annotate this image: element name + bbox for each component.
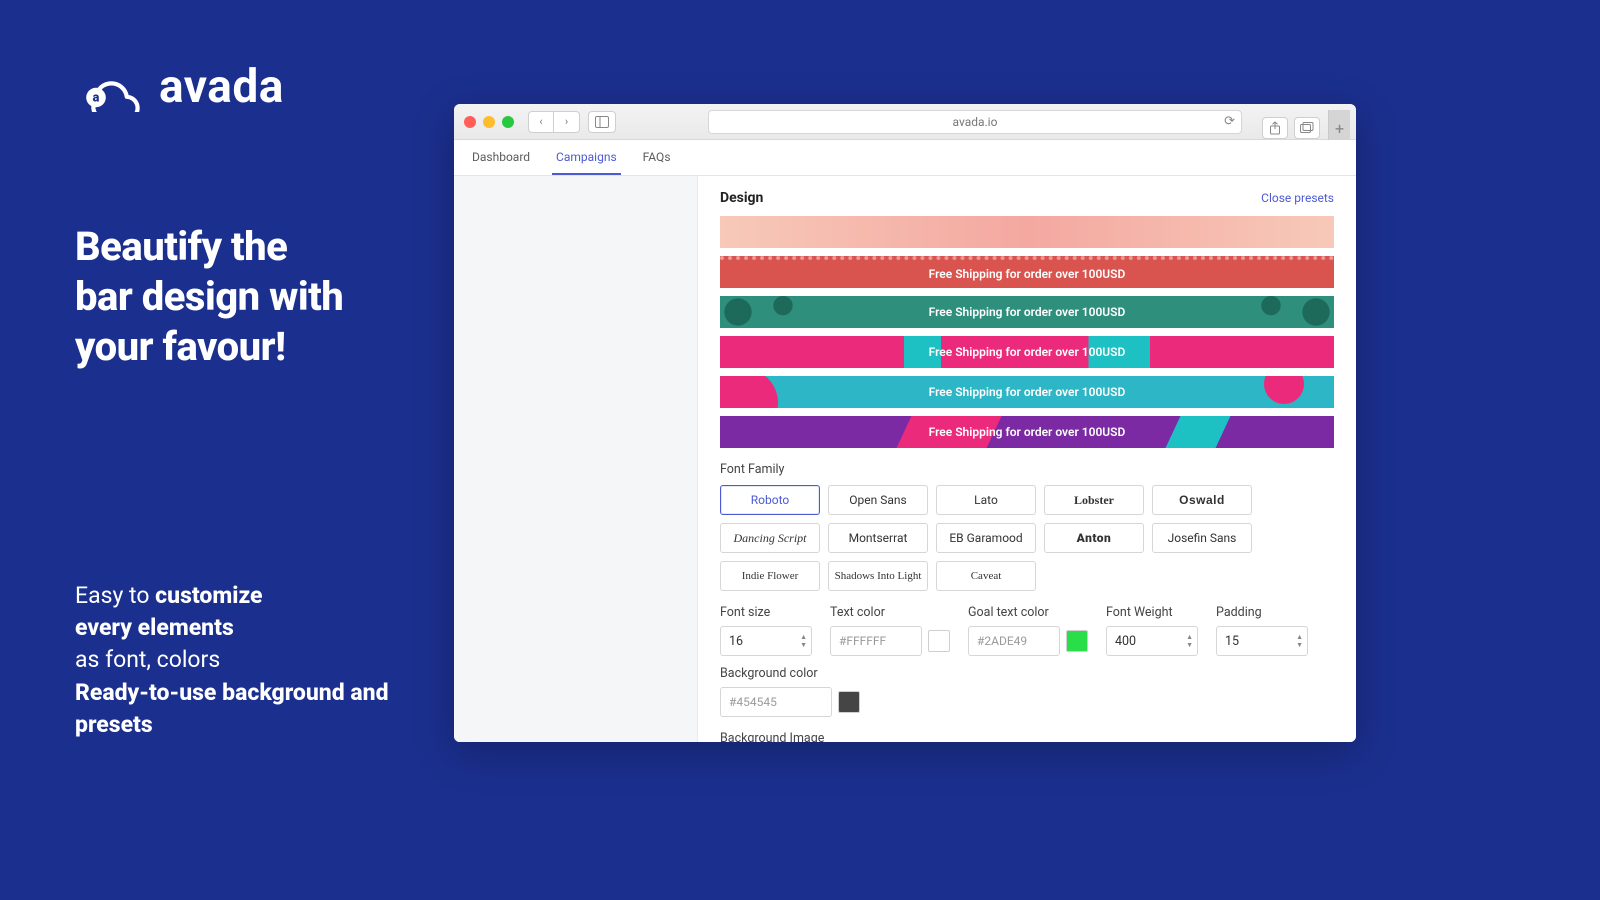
- browser-window: ‹ › avada.io ⟳ + Dashboard Campaigns FAQs: [454, 104, 1356, 742]
- subcopy: Easy to customizeevery elementsas font, …: [75, 580, 435, 741]
- padding-input[interactable]: 15 ▲▼: [1216, 626, 1308, 656]
- page-tabs: Dashboard Campaigns FAQs: [454, 140, 1356, 176]
- font-option-montserrat[interactable]: Montserrat: [828, 523, 928, 553]
- background-color-label: Background color: [720, 666, 860, 681]
- tab-dashboard[interactable]: Dashboard: [468, 140, 534, 175]
- preset-bar[interactable]: Free Shipping for order over 100USD: [720, 416, 1334, 448]
- share-button[interactable]: [1262, 117, 1288, 139]
- font-option-indie-flower[interactable]: Indie Flower: [720, 561, 820, 591]
- font-family-label: Font Family: [720, 462, 1334, 477]
- goal-text-color-swatch[interactable]: [1066, 630, 1088, 652]
- zoom-window-icon[interactable]: [502, 116, 514, 128]
- brand-name: avada: [159, 60, 284, 114]
- text-color-swatch[interactable]: [928, 630, 950, 652]
- preset-bar-text: Free Shipping for order over 100USD: [929, 385, 1126, 399]
- panel-title: Design: [720, 190, 763, 206]
- reload-icon[interactable]: ⟳: [1224, 114, 1235, 129]
- background-color-field: Background color #454545: [720, 666, 860, 717]
- font-weight-label: Font Weight: [1106, 605, 1198, 620]
- font-option-lato[interactable]: Lato: [936, 485, 1036, 515]
- preset-bar-text: Free Shipping for order over 100USD: [929, 305, 1126, 319]
- padding-label: Padding: [1216, 605, 1308, 620]
- forward-button[interactable]: ›: [554, 111, 580, 133]
- design-panel: Design Close presets Free Shipping for o…: [698, 176, 1356, 742]
- tab-faqs[interactable]: FAQs: [639, 140, 675, 175]
- font-family-options: Roboto Open Sans Lato Lobster Oswald Dancing …: [720, 485, 1334, 591]
- background-image-label: Background Image: [720, 731, 1334, 742]
- tab-campaigns[interactable]: Campaigns: [552, 140, 621, 175]
- left-rail: [454, 176, 698, 742]
- font-option-caveat[interactable]: Caveat: [936, 561, 1036, 591]
- text-color-field: Text color #FFFFFF: [830, 605, 950, 656]
- font-size-field: Font size 16 ▲▼: [720, 605, 812, 656]
- preset-bars: Free Shipping for order over 100USD Free …: [720, 216, 1334, 448]
- font-size-label: Font size: [720, 605, 812, 620]
- preset-bar-text: Free Shipping for order over 100USD: [929, 267, 1126, 281]
- close-presets-link[interactable]: Close presets: [1261, 191, 1334, 205]
- goal-text-color-field: Goal text color #2ADE49: [968, 605, 1088, 656]
- font-option-josefin-sans[interactable]: Josefin Sans: [1152, 523, 1252, 553]
- font-size-spinner[interactable]: ▲▼: [800, 633, 807, 649]
- font-option-shadows-into-light[interactable]: Shadows Into Light: [828, 561, 928, 591]
- address-bar[interactable]: avada.io ⟳: [708, 110, 1242, 134]
- font-option-open-sans[interactable]: Open Sans: [828, 485, 928, 515]
- goal-text-color-input[interactable]: #2ADE49: [968, 626, 1060, 656]
- preset-bar[interactable]: Free Shipping for order over 100USD: [720, 256, 1334, 288]
- font-option-roboto[interactable]: Roboto: [720, 485, 820, 515]
- preset-bar[interactable]: Free Shipping for order over 100USD: [720, 376, 1334, 408]
- marketing-column: a avada Beautify thebar design withyour …: [75, 60, 435, 114]
- cloud-icon: a: [75, 62, 145, 112]
- preset-bar[interactable]: Free Shipping for order over 100USD: [720, 336, 1334, 368]
- font-option-eb-garamood[interactable]: EB Garamood: [936, 523, 1036, 553]
- headline: Beautify thebar design withyour favour!: [75, 222, 343, 372]
- preset-bar-text: Free Shipping for order over 100USD: [929, 345, 1126, 359]
- font-weight-field: Font Weight 400 ▲▼: [1106, 605, 1198, 656]
- preset-bar[interactable]: [720, 216, 1334, 248]
- sidebar-toggle-button[interactable]: [588, 111, 616, 133]
- goal-text-color-label: Goal text color: [968, 605, 1088, 620]
- font-option-oswald[interactable]: Oswald: [1152, 485, 1252, 515]
- text-color-input[interactable]: #FFFFFF: [830, 626, 922, 656]
- svg-text:a: a: [93, 91, 100, 106]
- tabs-button[interactable]: [1294, 117, 1320, 139]
- font-weight-input[interactable]: 400 ▲▼: [1106, 626, 1198, 656]
- preset-bar[interactable]: Free Shipping for order over 100USD: [720, 296, 1334, 328]
- padding-field: Padding 15 ▲▼: [1216, 605, 1308, 656]
- font-option-lobster[interactable]: Lobster: [1044, 485, 1144, 515]
- background-color-swatch[interactable]: [838, 691, 860, 713]
- font-weight-spinner[interactable]: ▲▼: [1186, 633, 1193, 649]
- traffic-lights: [464, 116, 514, 128]
- page: Dashboard Campaigns FAQs Design Close pres…: [454, 140, 1356, 742]
- minimize-window-icon[interactable]: [483, 116, 495, 128]
- font-size-input[interactable]: 16 ▲▼: [720, 626, 812, 656]
- back-button[interactable]: ‹: [528, 111, 554, 133]
- close-window-icon[interactable]: [464, 116, 476, 128]
- background-color-input[interactable]: #454545: [720, 687, 832, 717]
- brand-logo: a avada: [75, 60, 435, 114]
- padding-spinner[interactable]: ▲▼: [1296, 633, 1303, 649]
- text-color-label: Text color: [830, 605, 950, 620]
- preset-bar-text: Free Shipping for order over 100USD: [929, 425, 1126, 439]
- browser-chrome: ‹ › avada.io ⟳ +: [454, 104, 1356, 140]
- address-text: avada.io: [953, 115, 998, 129]
- font-option-dancing-script[interactable]: Dancing Script: [720, 523, 820, 553]
- font-option-anton[interactable]: Anton: [1044, 523, 1144, 553]
